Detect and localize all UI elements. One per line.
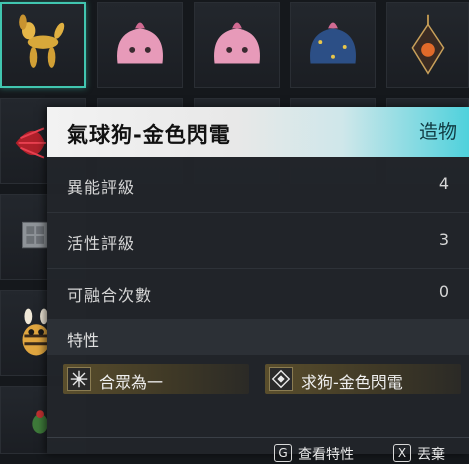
traits-header-label: 特性	[67, 331, 100, 350]
stat-row-ability-rating: 異能評級 4	[47, 157, 469, 213]
trait-label: 求狗-金色閃電	[301, 373, 403, 392]
inventory-slot-pink-blob-2[interactable]	[194, 2, 280, 88]
stat-value: 4	[438, 174, 449, 193]
snowflake-star-icon	[67, 367, 91, 391]
stat-value: 3	[438, 230, 449, 249]
blue-blob-icon	[310, 22, 356, 64]
action-footer: G 查看特性 X 丟棄	[47, 437, 469, 463]
inventory-slot-pink-blob-1[interactable]	[97, 2, 183, 88]
stat-label: 異能評級	[67, 178, 136, 197]
lantern-icon	[411, 14, 445, 75]
view-traits-key[interactable]: G	[274, 444, 292, 462]
item-name: 氣球狗-金色閃電	[67, 123, 231, 147]
trait-chip-e-pluribus-unum[interactable]: 合眾為一	[63, 364, 249, 394]
balloon-dog-icon	[19, 14, 65, 68]
item-category: 造物	[418, 121, 457, 143]
stat-value: 0	[438, 282, 449, 301]
item-detail-panel: 氣球狗-金色閃電 造物 異能評級 4 活性評級 3 可融合次數 0 特性 合眾為…	[47, 107, 469, 463]
inventory-slot-balloon-dog[interactable]	[0, 2, 86, 88]
trait-chip-dog-golden-lightning[interactable]: 求狗-金色閃電	[265, 364, 461, 394]
drop-key[interactable]: X	[393, 444, 411, 462]
view-traits-label[interactable]: 查看特性	[298, 444, 354, 464]
item-title-bar: 氣球狗-金色閃電 造物	[47, 107, 469, 157]
diamond-icon	[269, 367, 293, 391]
stat-label: 可融合次數	[67, 286, 153, 305]
drop-label[interactable]: 丟棄	[417, 444, 445, 464]
stat-row-fusion-count: 可融合次數 0	[47, 265, 469, 321]
stat-row-activity-rating: 活性評級 3	[47, 213, 469, 269]
traits-header: 特性	[47, 319, 469, 355]
stat-label: 活性評級	[67, 234, 136, 253]
pink-blob-icon	[214, 22, 260, 64]
pink-blob-icon	[117, 22, 163, 64]
trait-label: 合眾為一	[99, 373, 164, 392]
inventory-slot-blue-blob[interactable]	[290, 2, 376, 88]
inventory-slot-lantern[interactable]	[386, 2, 469, 88]
